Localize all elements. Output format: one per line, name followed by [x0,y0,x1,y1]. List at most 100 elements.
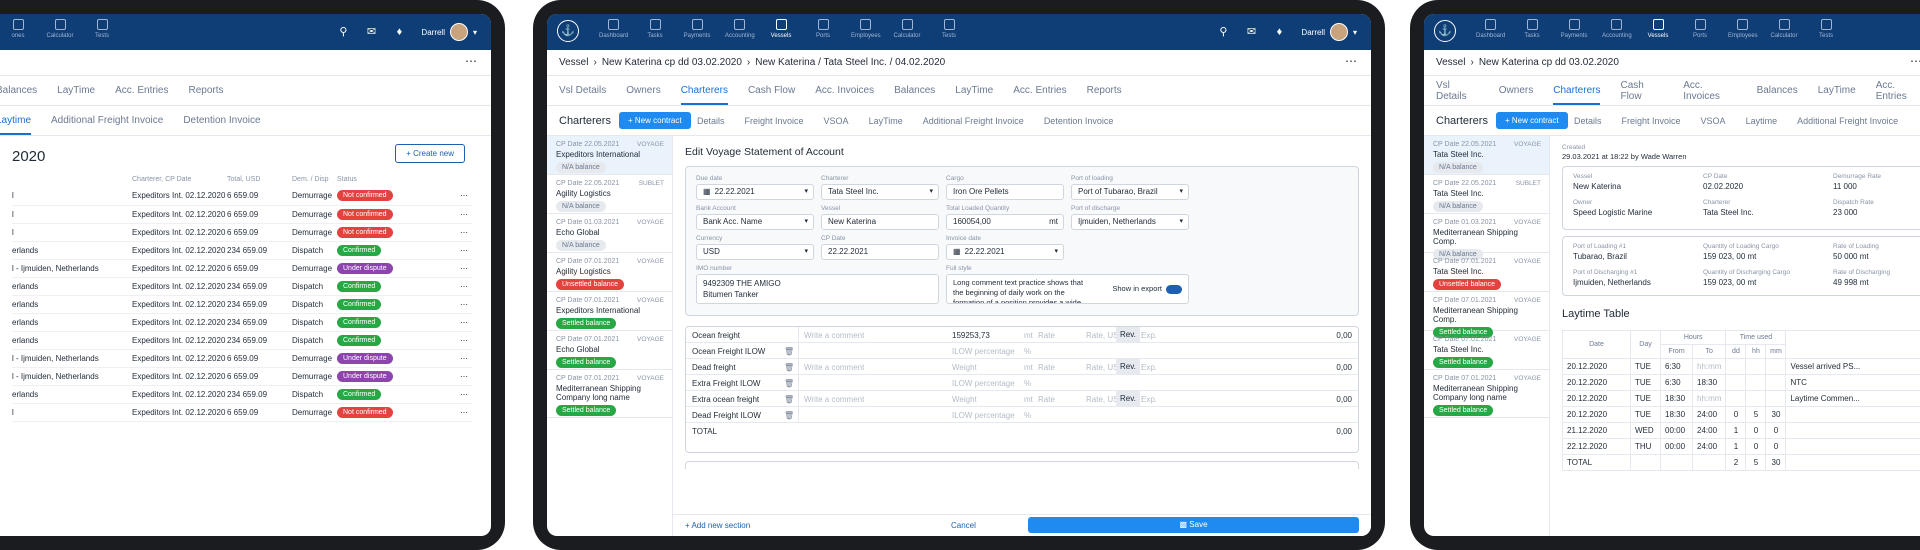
tab-owners[interactable]: Owners [1499,85,1533,96]
tab-balances[interactable]: Balances [1757,85,1798,96]
user-menu[interactable]: Darrell ▾ [421,23,477,41]
new-contract-button[interactable]: + New contract [619,112,691,129]
breadcrumb-item[interactable]: New Katerina cp dd 03.02.2020 [602,57,742,68]
list-item[interactable]: CP Date 07.01.2021 VOYAGE Echo Global Settl… [547,331,672,370]
nav-ports[interactable]: Ports [809,19,837,39]
tab-laytime[interactable]: LayTime [57,85,95,96]
breadcrumb-item[interactable]: New Katerina cp dd 03.02.2020 [1479,57,1619,68]
table-row[interactable]: erlands Expeditors Int. 02.12.2020 234 659… [12,313,472,332]
row-more-icon[interactable]: ⋯ [407,403,472,422]
bell-icon[interactable]: ♦ [393,26,405,38]
amount-input[interactable]: ILOW percentage [952,411,1015,420]
user-menu[interactable]: Darrell ▾ [1301,23,1357,41]
table-row[interactable]: l Expeditors Int. 02.12.2020 6 659.09 Demur… [12,205,472,224]
row-more-icon[interactable]: ⋯ [407,295,472,314]
nav-dashboard[interactable]: Dashboard [599,19,628,39]
search-icon[interactable]: ⚲ [337,26,349,38]
list-item[interactable]: CP Date 22.05.2021 VOYAGE Tata Steel Inc. N… [1424,136,1549,175]
comment-input[interactable]: Write a comment [804,363,864,372]
tab-freight-invoice[interactable]: Freight Invoice [745,116,804,126]
tab-laytime[interactable]: LayTime [955,85,993,96]
nav-vessels[interactable]: Vessels [1644,19,1672,39]
amount-input[interactable]: ILOW percentage [952,379,1015,388]
amount-input[interactable]: ILOW percentage [952,347,1015,356]
new-contract-button[interactable]: + New contract [1496,112,1568,129]
nav-calculator[interactable]: Calculator [893,19,921,39]
rev-toggle[interactable]: Rev. [1116,391,1140,406]
freight-row[interactable]: Ocean Freight ILOW 🗑 ILOW percentage% [686,343,1358,359]
tab-laytime[interactable]: Laytime [0,107,32,135]
tab-additional-freight-invoice[interactable]: Additional Freight Invoice [923,116,1024,126]
freight-row[interactable]: Dead freight 🗑 Write a comment Weight mt Rate… [686,359,1358,375]
table-row[interactable]: erlands Expeditors Int. 02.12.2020 234 659… [12,241,472,260]
pol-field[interactable]: Port of Tubarao, Brazil ▾ [1071,184,1189,200]
tab-reports[interactable]: Reports [1087,85,1122,96]
list-item[interactable]: CP Date 22.05.2021 SUBLET Tata Steel Inc. N… [1424,175,1549,214]
table-row[interactable]: l Expeditors Int. 02.12.2020 6 659.09 Demur… [12,223,472,242]
list-item[interactable]: CP Date 07.01.2021 VOYAGE Mediterranean Sh… [547,370,672,418]
create-new-button[interactable]: + Create new [395,144,465,163]
freight-row[interactable]: Dead Freight ILOW 🗑 ILOW percentage% [686,407,1358,423]
table-row[interactable]: erlands Expeditors Int. 02.12.2020 234 659… [12,277,472,296]
tab-detention-invoice[interactable]: Detention Invoice [1044,116,1114,126]
cancel-button[interactable]: Cancel [951,521,976,530]
table-row[interactable]: l - Ijmuiden, Netherlands Expeditors Int.… [12,349,472,368]
ship-logo-icon[interactable]: ⚓ [1434,20,1456,42]
table-row[interactable]: erlands Expeditors Int. 02.12.2020 234 659… [12,295,472,314]
cargo-field[interactable]: Iron Ore Pellets [946,184,1064,200]
rate-input[interactable]: Rate [1038,331,1055,340]
qty-field[interactable]: 160054,00 mt [946,214,1064,230]
cp-field[interactable]: 22.22.2021 [821,244,939,260]
tab-acc-invoices[interactable]: Acc. Invoices [1683,80,1736,102]
table-row[interactable]: 20.12.2020 TUE 6:30 18:30 NTC [1562,374,1920,391]
nav-calculator[interactable]: Calculator [1770,19,1798,39]
exp-toggle[interactable]: Exp. [1141,395,1157,404]
tab-cash-flow[interactable]: Cash Flow [748,85,795,96]
ship-logo-icon[interactable]: ⚓ [557,20,579,42]
exp-toggle[interactable]: Exp. [1141,363,1157,372]
table-row[interactable]: l - Ijmuiden, Netherlands Expeditors Int.… [12,259,472,278]
row-more-icon[interactable]: ⋯ [407,241,472,260]
list-item[interactable]: CP Date 07.01.2021 VOYAGE Expeditors Inter… [547,292,672,331]
row-more-icon[interactable]: ⋯ [407,367,472,386]
tab-freight-invoice[interactable]: Freight Invoice [1622,116,1681,126]
exp-toggle[interactable]: Exp. [1141,331,1157,340]
row-more-icon[interactable]: ⋯ [407,385,472,404]
row-more-icon[interactable]: ⋯ [407,187,472,206]
list-item[interactable]: CP Date 01.03.2021 VOYAGE Echo Global N/A b… [547,214,672,253]
currency-field[interactable]: USD ▾ [696,244,814,260]
tab-acc-entries[interactable]: Acc. Entries [1013,85,1066,96]
rev-toggle[interactable]: Rev. [1116,359,1140,374]
list-item[interactable]: CP Date 07.01.2021 VOYAGE Mediterranean Sh… [1424,292,1549,338]
nav-accounting[interactable]: Accounting [1602,19,1632,39]
export-toggle[interactable] [1166,284,1182,294]
tab-charterers[interactable]: Charterers [680,77,728,105]
list-item[interactable]: CP Date 07.01.2021 VOYAGE Agility Logistic… [547,253,672,292]
amount-input[interactable]: Weight [952,395,977,404]
mail-icon[interactable]: ✉ [1245,26,1257,38]
list-item[interactable]: CP Date 07.01.2021 VOYAGE Mediterranean Sh… [1424,370,1549,418]
row-more-icon[interactable]: ⋯ [407,277,472,296]
search-icon[interactable]: ⚲ [1217,26,1229,38]
row-more-icon[interactable]: ⋯ [407,313,472,332]
tab-balances[interactable]: Balances [894,85,935,96]
nav-payments[interactable]: Payments [1560,19,1588,39]
rate-input[interactable]: Rate [1038,363,1055,372]
table-row[interactable]: l - Ijmuiden, Netherlands Expeditors Int.… [12,367,472,386]
tab-owners[interactable]: Owners [626,85,660,96]
nav-accounting[interactable]: Accounting [725,19,755,39]
trash-icon[interactable]: 🗑 [784,347,794,356]
nav-vessels[interactable]: Vessels [767,19,795,39]
nav-tests[interactable]: Tests [1812,19,1840,39]
rate-input[interactable]: Rate [1038,395,1055,404]
nav-dashboard[interactable]: Dashboard [1476,19,1505,39]
nav-tests[interactable]: Tests [88,19,116,39]
tab-acc-invoices[interactable]: Acc. Invoices [815,85,874,96]
tab-details[interactable]: Details [1574,116,1602,126]
bell-icon[interactable]: ♦ [1273,26,1285,38]
table-row[interactable]: 22.12.2020 THU 00:00 24:00 1 0 0 [1562,438,1920,455]
tab-reports[interactable]: Reports [188,85,223,96]
inv-field[interactable]: ▦ 22.22.2021 ▾ [946,244,1064,260]
nav-employees[interactable]: Employees [1728,19,1758,39]
tab-laytime[interactable]: Laytime [1746,116,1778,126]
